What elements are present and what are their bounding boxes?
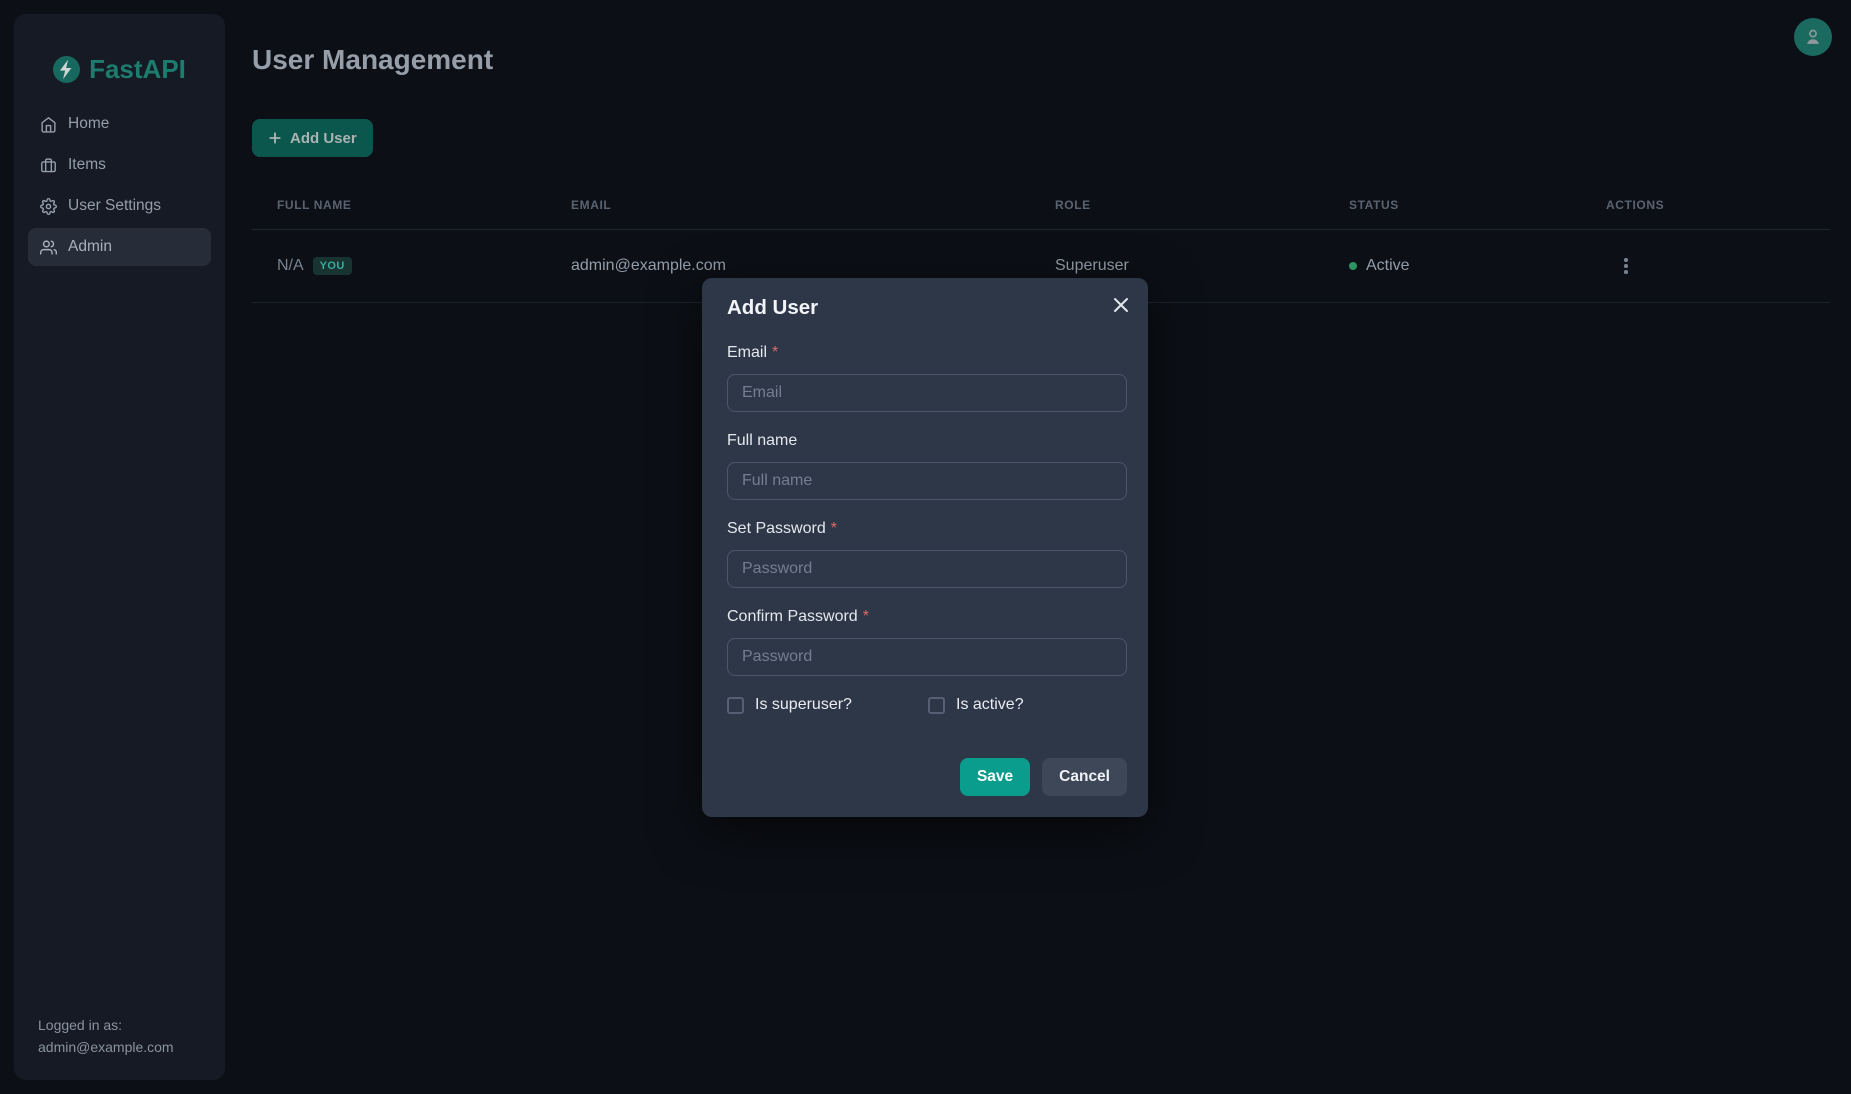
column-header-email: EMAIL: [546, 180, 1030, 229]
plus-icon: [268, 131, 282, 145]
full-name-value: N/A: [277, 257, 304, 275]
modal-checkbox-row: Is superuser? Is active?: [727, 696, 1127, 714]
full-name-field-label: Full name: [727, 432, 1127, 450]
set-password-field-label: Set Password*: [727, 520, 1127, 538]
add-user-button-label: Add User: [290, 130, 357, 147]
confirm-password-field-label: Confirm Password*: [727, 608, 1127, 626]
sidebar: FastAPI Home Items User Settings: [14, 14, 225, 1080]
gear-icon: [40, 198, 57, 215]
email-field-label: Email*: [727, 344, 1127, 362]
is-active-checkbox-group[interactable]: Is active?: [928, 696, 1024, 714]
sidebar-item-label: Items: [68, 156, 106, 174]
sidebar-item-items[interactable]: Items: [28, 146, 211, 184]
column-header-status: STATUS: [1324, 180, 1581, 229]
cell-status: Active: [1324, 230, 1581, 302]
sidebar-item-user-settings[interactable]: User Settings: [28, 187, 211, 225]
modal-close-button[interactable]: [1106, 290, 1136, 320]
cell-full-name: N/A YOU: [252, 230, 546, 302]
is-superuser-checkbox[interactable]: [727, 697, 744, 714]
cell-actions: [1581, 230, 1830, 302]
required-asterisk: *: [772, 344, 778, 361]
required-asterisk: *: [863, 608, 869, 625]
save-button[interactable]: Save: [960, 758, 1030, 796]
sidebar-item-label: User Settings: [68, 197, 161, 215]
column-header-actions: ACTIONS: [1581, 180, 1830, 229]
logged-in-as: Logged in as: admin@example.com: [38, 1014, 174, 1058]
is-active-checkbox[interactable]: [928, 697, 945, 714]
app-logo: FastAPI: [14, 54, 225, 84]
close-icon: [1113, 297, 1129, 313]
app-logo-text: FastAPI: [89, 54, 186, 85]
sidebar-item-label: Home: [68, 115, 109, 133]
users-icon: [40, 239, 57, 256]
is-active-label: Is active?: [956, 696, 1024, 714]
email-input[interactable]: [727, 374, 1127, 412]
kebab-menu-icon: [1624, 258, 1628, 262]
full-name-input[interactable]: [727, 462, 1127, 500]
logged-in-as-label: Logged in as:: [38, 1014, 174, 1036]
is-superuser-label: Is superuser?: [755, 696, 852, 714]
modal-title: Add User: [727, 296, 1127, 320]
column-header-role: ROLE: [1030, 180, 1324, 229]
sidebar-item-home[interactable]: Home: [28, 105, 211, 143]
add-user-modal: Add User Email* Full name Set Password* …: [702, 278, 1148, 817]
you-badge: YOU: [313, 257, 352, 275]
is-superuser-checkbox-group[interactable]: Is superuser?: [727, 696, 928, 714]
page-title: User Management: [252, 44, 493, 76]
sidebar-item-admin[interactable]: Admin: [28, 228, 211, 266]
cancel-button[interactable]: Cancel: [1042, 758, 1127, 796]
user-avatar-icon: [1802, 26, 1824, 48]
add-user-button[interactable]: Add User: [252, 119, 373, 157]
logged-in-as-email: admin@example.com: [38, 1036, 174, 1058]
home-icon: [40, 116, 57, 133]
user-menu-button[interactable]: [1794, 18, 1832, 56]
confirm-password-input[interactable]: [727, 638, 1127, 676]
row-actions-menu-button[interactable]: [1618, 252, 1634, 280]
active-status-dot: [1349, 262, 1357, 270]
sidebar-item-label: Admin: [68, 238, 112, 256]
modal-actions: Save Cancel: [727, 758, 1127, 796]
status-value: Active: [1366, 257, 1410, 275]
briefcase-icon: [40, 157, 57, 174]
sidebar-nav: Home Items User Settings Admin: [14, 105, 225, 266]
required-asterisk: *: [831, 520, 837, 537]
fastapi-lightning-logo-icon: [53, 56, 80, 83]
password-input[interactable]: [727, 550, 1127, 588]
users-table-header: FULL NAME EMAIL ROLE STATUS ACTIONS: [252, 180, 1830, 230]
column-header-full-name: FULL NAME: [252, 180, 546, 229]
